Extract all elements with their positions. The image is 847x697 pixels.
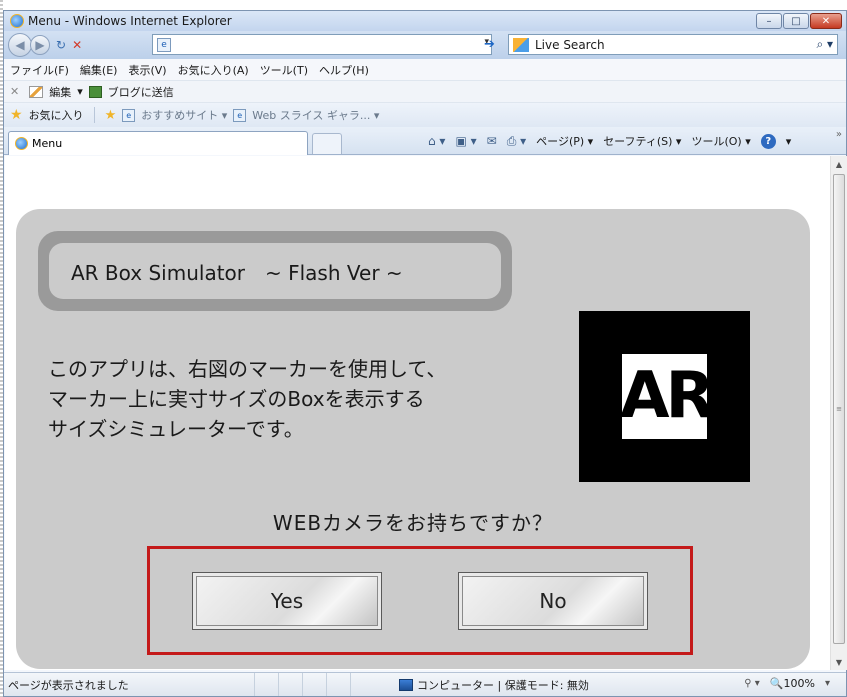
address-bar: ◀ ▶ ↻ ✕ e ▾ ➔ Live Search ⌕ ▾ bbox=[4, 31, 846, 59]
window-controls: – □ ✕ bbox=[756, 13, 842, 29]
status-cell bbox=[350, 673, 374, 696]
tab-row: Menu ⌂ ▾ ▣ ▾ ✉ ⎙ ▾ ページ(P) ▾ セーフティ(S) ▾ ツ… bbox=[4, 127, 846, 155]
favorites-bar: ★ お気に入り ★ e おすすめサイト ▾ e Web スライス ギャラ... … bbox=[4, 103, 846, 127]
ar-marker-text: AR bbox=[622, 359, 707, 433]
status-cell bbox=[278, 673, 302, 696]
status-cell bbox=[326, 673, 350, 696]
blog-button[interactable]: ブログに送信 bbox=[108, 84, 174, 100]
scroll-down-icon[interactable]: ▼ bbox=[831, 654, 847, 670]
title-bar: Menu - Windows Internet Explorer – □ ✕ bbox=[4, 11, 846, 31]
address-input[interactable]: e ▾ bbox=[152, 34, 492, 55]
maximize-button[interactable]: □ bbox=[783, 13, 809, 29]
app-title: AR Box Simulator ~ Flash Ver ~ bbox=[49, 243, 501, 299]
blog-icon bbox=[88, 85, 102, 98]
suggested-sites-link[interactable]: おすすめサイト ▾ bbox=[141, 107, 227, 123]
edit-icon bbox=[29, 85, 44, 98]
more-commands-icon[interactable]: » bbox=[836, 129, 842, 140]
edit-button[interactable]: 編集 bbox=[49, 84, 71, 100]
menu-file[interactable]: ファイル(F) bbox=[10, 62, 69, 78]
window-title: Menu - Windows Internet Explorer bbox=[28, 14, 232, 28]
stop-icon[interactable]: ✕ bbox=[72, 38, 82, 52]
suggested-sites-icon: e bbox=[122, 108, 136, 122]
toolbar-close-icon[interactable]: ✕ bbox=[10, 85, 19, 98]
edit-toolbar: ✕ 編集 ▾ ブログに送信 bbox=[4, 81, 846, 103]
command-bar: ⌂ ▾ ▣ ▾ ✉ ⎙ ▾ ページ(P) ▾ セーフティ(S) ▾ ツール(O)… bbox=[428, 133, 791, 149]
scroll-thumb[interactable]: ≡ bbox=[833, 174, 845, 644]
mail-icon[interactable]: ✉ bbox=[487, 134, 497, 148]
tab-label: Menu bbox=[32, 137, 63, 150]
favorites-button[interactable]: お気に入り bbox=[29, 107, 84, 123]
zoom-dropdown-icon[interactable]: ▾ bbox=[825, 678, 830, 689]
status-cell bbox=[254, 673, 278, 696]
page-icon: e bbox=[157, 37, 171, 52]
search-input[interactable]: Live Search ⌕ ▾ bbox=[508, 34, 838, 55]
new-tab-button[interactable] bbox=[312, 133, 342, 154]
status-bar: ページが表示されました コンピューター | 保護モード: 無効 ⚲ ▾ 🔍100… bbox=[4, 672, 846, 696]
help-icon[interactable]: ? bbox=[760, 133, 776, 149]
edit-dropdown-icon[interactable]: ▾ bbox=[77, 85, 83, 98]
zoom-level[interactable]: 🔍100% bbox=[770, 677, 815, 690]
print-icon[interactable]: ⎙ ▾ bbox=[507, 134, 526, 149]
security-zone[interactable]: コンピューター | 保護モード: 無効 bbox=[399, 677, 589, 693]
live-search-icon bbox=[513, 37, 529, 52]
no-button[interactable]: No bbox=[458, 572, 648, 630]
page-menu-button[interactable]: ページ(P) ▾ bbox=[536, 133, 593, 149]
menu-edit[interactable]: 編集(E) bbox=[80, 62, 118, 78]
description-line: サイズシミュレーターです。 bbox=[48, 417, 304, 441]
status-cells bbox=[254, 673, 374, 696]
refresh-icon[interactable]: ↻ bbox=[56, 38, 66, 52]
security-settings-icon[interactable]: ⚲ ▾ bbox=[744, 678, 760, 689]
app-title-frame: AR Box Simulator ~ Flash Ver ~ bbox=[38, 231, 512, 311]
menu-view[interactable]: 表示(V) bbox=[128, 62, 166, 78]
forward-button[interactable]: ▶ bbox=[30, 35, 50, 55]
safety-menu-button[interactable]: セーフティ(S) ▾ bbox=[603, 133, 681, 149]
back-button[interactable]: ◀ bbox=[8, 33, 32, 57]
description-line: このアプリは、右図のマーカーを使用して、 bbox=[48, 357, 447, 381]
tools-menu-button[interactable]: ツール(O) ▾ bbox=[691, 133, 750, 149]
yes-button[interactable]: Yes bbox=[192, 572, 382, 630]
menu-help[interactable]: ヘルプ(H) bbox=[319, 62, 369, 78]
tab-menu[interactable]: Menu bbox=[8, 131, 308, 155]
search-placeholder: Live Search bbox=[535, 37, 605, 52]
ar-marker-image: AR bbox=[579, 311, 750, 482]
webslice-icon: e bbox=[233, 108, 247, 122]
scroll-up-icon[interactable]: ▲ bbox=[831, 156, 847, 172]
vertical-scrollbar[interactable]: ▲ ≡ ▼ bbox=[830, 156, 847, 670]
menu-bar: ファイル(F) 編集(E) 表示(V) お気に入り(A) ツール(T) ヘルプ(… bbox=[4, 59, 846, 81]
divider bbox=[93, 107, 95, 123]
status-text: ページが表示されました bbox=[8, 678, 129, 692]
favorites-star-icon: ★ bbox=[10, 107, 23, 123]
computer-icon bbox=[399, 679, 413, 691]
close-button[interactable]: ✕ bbox=[810, 13, 842, 29]
zone-text: コンピューター | 保護モード: 無効 bbox=[417, 679, 589, 692]
help-dropdown-icon[interactable]: ▾ bbox=[786, 135, 792, 148]
webslice-gallery-link[interactable]: Web スライス ギャラ... ▾ bbox=[252, 107, 379, 123]
tab-ie-icon bbox=[15, 137, 28, 150]
flash-app-panel: AR Box Simulator ~ Flash Ver ~ このアプリは、右図… bbox=[16, 209, 810, 669]
add-favorite-icon[interactable]: ★ bbox=[105, 108, 117, 123]
go-button[interactable]: ➔ bbox=[484, 37, 495, 52]
ie-logo-icon bbox=[10, 14, 24, 28]
ar-marker-inner: AR bbox=[622, 354, 707, 439]
description-line: マーカー上に実寸サイズのBoxを表示する bbox=[48, 387, 425, 411]
feeds-icon[interactable]: ▣ ▾ bbox=[455, 134, 476, 148]
browser-window: Menu - Windows Internet Explorer – □ ✕ ◀… bbox=[3, 10, 847, 697]
minimize-button[interactable]: – bbox=[756, 13, 782, 29]
page-content: AR Box Simulator ~ Flash Ver ~ このアプリは、右図… bbox=[5, 156, 830, 670]
app-description: このアプリは、右図のマーカーを使用して、 マーカー上に実寸サイズのBoxを表示す… bbox=[48, 354, 568, 444]
webcam-question: WEBカメラをお持ちですか？ bbox=[272, 511, 554, 535]
menu-favorites[interactable]: お気に入り(A) bbox=[178, 62, 249, 78]
menu-tools[interactable]: ツール(T) bbox=[260, 62, 308, 78]
status-cell bbox=[302, 673, 326, 696]
zoom-area: ⚲ ▾ 🔍100% ▾ bbox=[744, 677, 830, 690]
search-icon[interactable]: ⌕ ▾ bbox=[816, 37, 833, 52]
home-icon[interactable]: ⌂ ▾ bbox=[428, 134, 445, 148]
